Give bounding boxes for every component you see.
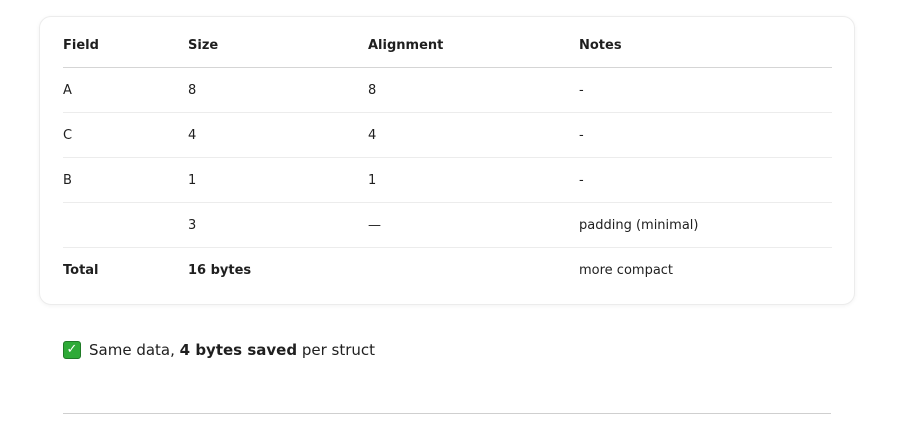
cell-alignment: 4 (368, 112, 579, 158)
table-row: A 8 8 - (63, 67, 832, 113)
cell-size: 8 (188, 67, 368, 113)
check-mark-icon: ✓ (63, 341, 81, 359)
section-divider (63, 413, 831, 414)
table-row: C 4 4 - (63, 112, 832, 158)
total-label: Total (63, 262, 99, 278)
table-header-row: Field Size Alignment Notes (63, 23, 832, 68)
summary-line: ✓ Same data, 4 bytes saved per struct (63, 341, 375, 359)
total-notes: more compact (579, 262, 674, 278)
cell-field: A (63, 67, 188, 113)
struct-layout-table: Field Size Alignment Notes A 8 8 - C 4 4… (63, 23, 832, 292)
cell-field (63, 202, 188, 248)
cell-notes: - (579, 112, 832, 158)
cell-field: C (63, 112, 188, 158)
summary-suffix: per struct (297, 341, 376, 359)
table-row: B 1 1 - (63, 157, 832, 203)
cell-size: 1 (188, 157, 368, 203)
cell-alignment: — (368, 202, 579, 248)
cell-size: 4 (188, 112, 368, 158)
header-alignment: Alignment (368, 23, 579, 68)
cell-alignment: 8 (368, 67, 579, 113)
cell-alignment: 1 (368, 157, 579, 203)
total-alignment (368, 248, 579, 293)
cell-field: B (63, 157, 188, 203)
header-notes: Notes (579, 23, 832, 68)
table-row: 3 — padding (minimal) (63, 202, 832, 248)
cell-size: 3 (188, 202, 368, 248)
summary-bold: 4 bytes saved (179, 341, 298, 359)
cell-notes: - (579, 157, 832, 203)
header-size: Size (188, 23, 368, 68)
struct-layout-card: Field Size Alignment Notes A 8 8 - C 4 4… (39, 16, 855, 305)
cell-notes: padding (minimal) (579, 202, 832, 248)
cell-notes: - (579, 67, 832, 113)
total-size: 16 bytes (188, 262, 252, 278)
table-total-row: Total 16 bytes more compact (63, 248, 832, 293)
summary-prefix: Same data, (89, 341, 180, 359)
header-field: Field (63, 23, 188, 68)
